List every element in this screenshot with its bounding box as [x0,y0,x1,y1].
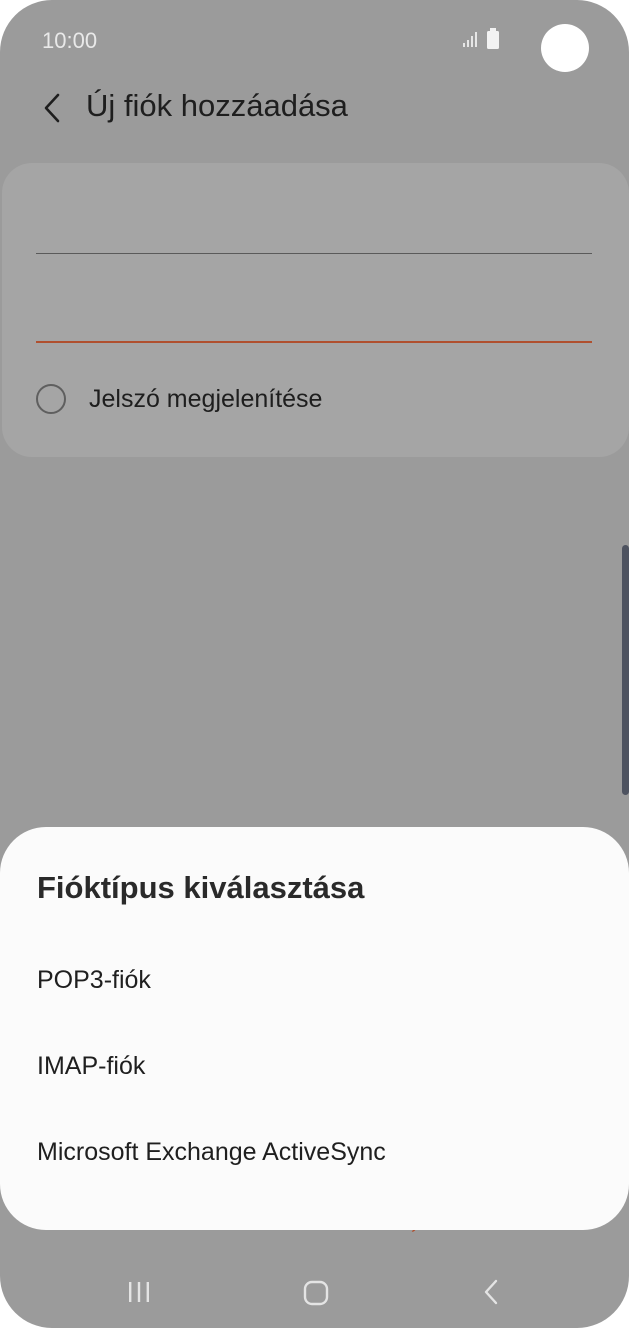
phone-screen: 10:00 Új fiók hozzáadása Jelszó megjelen… [0,0,629,1328]
back-icon[interactable] [480,1278,502,1306]
page-title: Új fiók hozzáadása [86,88,348,123]
show-password-label[interactable]: Jelszó megjelenítése [89,385,322,414]
show-password-checkbox[interactable] [36,384,66,414]
option-imap[interactable]: IMAP-fiók [37,1044,145,1088]
back-button[interactable] [34,90,70,126]
camera-cutout [541,24,589,72]
signal-icon [463,32,477,47]
chevron-left-icon [44,93,60,123]
option-exchange-activesync[interactable]: Microsoft Exchange ActiveSync [37,1130,386,1174]
battery-icon [487,28,499,49]
sheet-title: Fióktípus kiválasztása [37,870,365,905]
password-field[interactable] [36,282,592,343]
option-pop3[interactable]: POP3-fiók [37,958,151,1002]
scrollbar[interactable] [622,545,629,795]
home-icon[interactable] [302,1280,330,1306]
email-field[interactable] [36,195,592,254]
recent-apps-icon[interactable] [124,1280,154,1304]
status-time: 10:00 [42,28,98,53]
